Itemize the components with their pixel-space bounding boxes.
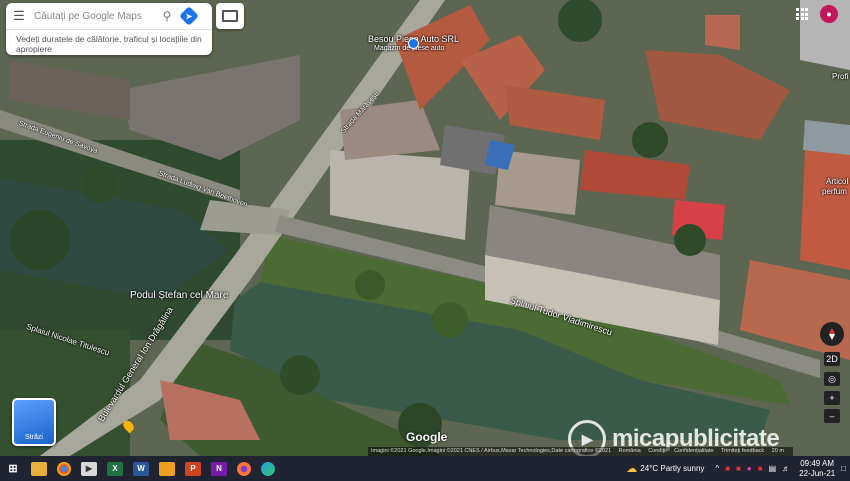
street-view-layer-button[interactable]: Străzi <box>12 398 56 446</box>
volume-icon[interactable]: ♬ <box>782 464 790 473</box>
attribution-bar: Imagini ©2021 Google,Imagini ©2021 CNES … <box>368 447 793 456</box>
search-hint: Vedeți duratele de călătorie, traficul ș… <box>16 34 202 54</box>
account-avatar[interactable]: ● <box>820 5 838 23</box>
compass-icon[interactable] <box>820 322 844 346</box>
my-location-icon[interactable]: ◎ <box>824 372 840 386</box>
tray-app-icon[interactable]: ■ <box>725 464 730 473</box>
excel-icon[interactable]: X <box>107 461 123 476</box>
country-link[interactable]: România <box>619 448 641 454</box>
chrome-icon[interactable] <box>57 461 71 476</box>
file-explorer-icon[interactable] <box>31 461 47 476</box>
word-icon[interactable]: W <box>133 461 149 476</box>
powerpoint-icon[interactable]: P <box>185 461 201 476</box>
poi-right-label[interactable]: Articol <box>826 177 848 186</box>
system-tray: ☁ 24°C Partly sunny ^ ■ ■ ● ■ ▤ ♬ 09:49 … <box>626 456 846 481</box>
media-player-icon[interactable]: ▶ <box>81 461 97 476</box>
bridge-label: Podul Ștefan cel Mare <box>130 290 229 301</box>
tray-app-icon-2[interactable]: ■ <box>736 464 741 473</box>
weather-icon: ☁ <box>626 463 638 475</box>
search-icon[interactable]: ⚲ <box>156 9 178 23</box>
firefox-icon[interactable] <box>237 461 251 476</box>
windows-start-icon[interactable]: ⊞ <box>5 462 21 476</box>
apps-grid-icon[interactable] <box>796 8 808 20</box>
search-input[interactable] <box>32 9 156 23</box>
tray-arrow-icon[interactable]: ^ <box>715 464 719 473</box>
zoom-out-button[interactable]: – <box>824 409 840 423</box>
layers-icon <box>222 10 238 22</box>
directions-icon[interactable]: ➤ <box>179 6 199 26</box>
clock-date: 22-Jun-21 <box>799 468 836 478</box>
photos-icon[interactable] <box>159 461 175 476</box>
view-mode-2d-button[interactable]: 2D <box>824 352 840 366</box>
scale-label: 20 m <box>771 448 784 454</box>
weather-text[interactable]: 24°C Partly sunny <box>640 464 704 473</box>
imagery-attribution: Imagini ©2021 Google,Imagini ©2021 CNES … <box>371 448 612 454</box>
poi-shop-pin[interactable] <box>408 38 419 49</box>
poi-profi-label[interactable]: Profi <box>832 72 848 81</box>
menu-icon[interactable]: ☰ <box>6 8 32 24</box>
tray-app-icon-3[interactable]: ● <box>747 464 752 473</box>
terms-link[interactable]: Condiții <box>648 448 666 454</box>
clock[interactable]: 09:49 AM 22-Jun-21 <box>799 459 835 479</box>
street-view-label: Străzi <box>25 434 43 441</box>
poi-right-label-2: perfum <box>822 187 847 196</box>
tray-app-icon-4[interactable]: ■ <box>758 464 763 473</box>
clock-time: 09:49 AM <box>800 458 835 468</box>
windows-taskbar: ⊞ ▶ X W P N ☁ 24°C Partly sunny ^ ■ ■ ● … <box>0 456 850 481</box>
zoom-in-button[interactable]: + <box>824 391 840 405</box>
satellite-map[interactable]: Besou Piese Auto SRL Magazin de piese au… <box>0 0 850 456</box>
layers-button[interactable] <box>216 3 244 29</box>
edge-icon[interactable] <box>261 461 275 476</box>
search-box: ☰ ⚲ ➤ Vedeți duratele de călătorie, traf… <box>6 3 212 55</box>
notifications-icon[interactable]: □ <box>841 464 846 473</box>
satellite-imagery <box>0 0 850 456</box>
network-icon[interactable]: ▤ <box>769 464 777 473</box>
google-logo: Google <box>406 430 448 444</box>
privacy-link[interactable]: Confidențialitate <box>674 448 713 454</box>
onenote-icon[interactable]: N <box>211 461 227 476</box>
feedback-link[interactable]: Trimiteți feedback <box>721 448 764 454</box>
